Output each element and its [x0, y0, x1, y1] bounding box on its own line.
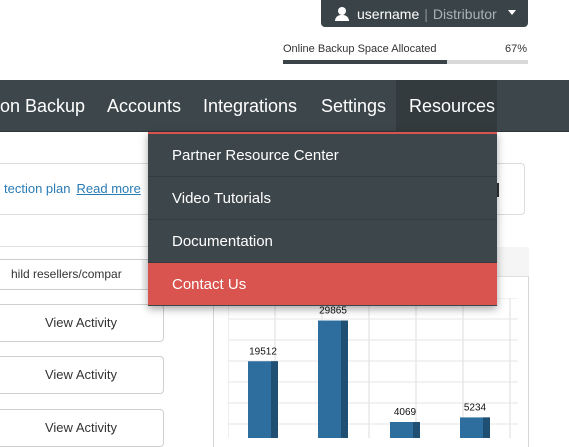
bar-chart: 19512 29865 4069 5234	[228, 298, 518, 438]
menu-item-contact-us[interactable]: Contact Us	[148, 263, 497, 305]
main-nav: on Backup Accounts Integrations Settings…	[0, 80, 569, 132]
backup-progress-bar	[283, 60, 528, 64]
nav-resources[interactable]: Resources	[396, 80, 497, 132]
user-separator: |	[424, 5, 428, 22]
chart-bar-shade	[341, 320, 348, 438]
chart-bar-shade	[483, 417, 490, 438]
user-menu[interactable]: username | Distributor	[321, 0, 528, 27]
username-label: username	[357, 5, 420, 22]
backup-space-label: Online Backup Space Allocated	[283, 43, 437, 55]
nav-accounts[interactable]: Accounts	[107, 80, 181, 132]
view-activity-button[interactable]: View Activity	[0, 304, 164, 342]
nav-online-backup[interactable]: on Backup	[0, 80, 94, 132]
menu-item-documentation[interactable]: Documentation	[148, 220, 497, 263]
user-role: Distributor	[432, 5, 497, 22]
chart-bar-shade	[271, 361, 278, 438]
notice-text: tection plan Read more	[4, 181, 141, 196]
chart-data-label: 4069	[394, 407, 417, 418]
reseller-filter-input[interactable]: hild resellers/compar	[0, 259, 145, 290]
chevron-down-icon	[508, 10, 516, 15]
page: { "user": { "name": "username", "separat…	[0, 0, 569, 447]
read-more-link[interactable]: Read more	[77, 181, 141, 196]
chart-data-label: 19512	[249, 346, 277, 357]
chart-data-label: 29865	[319, 306, 347, 317]
chart-data-label: 5234	[464, 402, 487, 413]
chart-bar-shade	[413, 421, 420, 438]
view-activity-button[interactable]: View Activity	[0, 409, 164, 447]
resources-dropdown: Partner Resource Center Video Tutorials …	[148, 132, 497, 306]
menu-item-video-tutorials[interactable]: Video Tutorials	[148, 177, 497, 220]
backup-space-percent: 67%	[505, 43, 528, 55]
nav-integrations[interactable]: Integrations	[203, 80, 297, 132]
divider	[0, 246, 160, 247]
menu-item-partner-resource-center[interactable]: Partner Resource Center	[148, 134, 497, 177]
view-activity-button[interactable]: View Activity	[0, 356, 164, 394]
user-icon	[335, 6, 349, 21]
nav-settings[interactable]: Settings	[321, 80, 386, 132]
notice-message: tection plan	[4, 181, 71, 196]
backup-progress-fill	[283, 60, 448, 64]
